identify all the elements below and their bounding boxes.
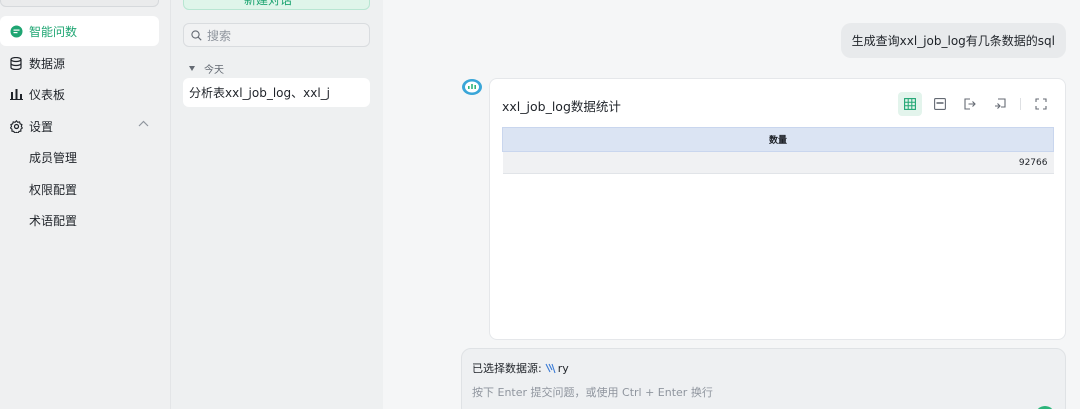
search-icon [191, 29, 202, 41]
table-view-button[interactable] [898, 92, 922, 116]
sidebar-item-label: 智能问数 [29, 24, 78, 39]
answer-toolbar [892, 92, 1053, 116]
answer-card: xxl_job_log数据统计 数量 92766 [489, 78, 1066, 340]
chat-bubble-icon [9, 24, 23, 38]
export-icon [964, 98, 976, 110]
fullscreen-button[interactable] [1029, 92, 1053, 116]
table-header-cell: 数量 [502, 127, 1054, 152]
answer-title: xxl_job_log数据统计 [502, 99, 621, 114]
history-group-today[interactable]: 今天 [189, 61, 224, 76]
sidebar: 智能问数 数据源 仪表板 设置 成员管理 权限配置 术语配置 [0, 0, 171, 409]
datasource-selector[interactable]: 已选择数据源: ry [472, 360, 569, 376]
sidebar-item-datasource[interactable]: 数据源 [0, 48, 159, 78]
insert-dashboard-icon [995, 98, 1006, 109]
table-row: 92766 [502, 151, 1054, 174]
table-view-icon [904, 98, 916, 110]
database-icon [9, 56, 23, 70]
datasource-name: ry [557, 361, 569, 375]
fullscreen-icon [1035, 98, 1047, 110]
caret-down-icon [189, 66, 195, 71]
sidebar-subitem-term-config[interactable]: 术语配置 [29, 212, 77, 229]
new-chat-button[interactable]: 新建对话 [183, 0, 370, 10]
sidebar-top-control[interactable] [0, 0, 159, 7]
history-item-title: 分析表xxl_job_log、xxl_j [189, 86, 330, 100]
table-header-row: 数量 [502, 127, 1054, 152]
sql-icon [934, 98, 946, 110]
sidebar-item-dashboard[interactable]: 仪表板 [0, 79, 159, 109]
search-input[interactable]: 搜索 [183, 23, 370, 47]
sidebar-item-smart-query[interactable]: 智能问数 [0, 16, 159, 46]
sidebar-item-label: 仪表板 [29, 87, 66, 102]
chat-main: 生成查询xxl_job_log有几条数据的sql xxl_job_log数据统计 [383, 0, 1080, 409]
new-chat-label: 新建对话 [244, 0, 293, 7]
sidebar-item-label: 数据源 [29, 56, 66, 71]
assistant-avatar-icon [462, 79, 482, 95]
sidebar-item-settings[interactable]: 设置 [0, 111, 159, 141]
sidebar-subitem-permission-config[interactable]: 权限配置 [29, 181, 77, 198]
toolbar-divider [1020, 98, 1021, 110]
user-message-text: 生成查询xxl_job_log有几条数据的sql [851, 34, 1055, 48]
table-cell: 92766 [502, 151, 1054, 174]
chevron-up-icon[interactable] [138, 120, 149, 127]
gear-icon [9, 119, 23, 133]
bar-chart-icon [9, 87, 23, 101]
history-item[interactable]: 分析表xxl_job_log、xxl_j [183, 78, 370, 107]
sidebar-item-label: 设置 [29, 119, 54, 134]
question-input[interactable]: 已选择数据源: ry 按下 Enter 提交问题，或使用 Ctrl + Ente… [461, 348, 1066, 409]
sql-view-button[interactable] [928, 92, 952, 116]
export-button[interactable] [958, 92, 982, 116]
history-panel: 新建对话 搜索 今天 分析表xxl_job_log、xxl_j [171, 0, 383, 409]
result-table: 数量 92766 [502, 127, 1054, 174]
datasource-icon [545, 363, 556, 373]
insert-dashboard-button[interactable] [988, 92, 1012, 116]
datasource-prefix: 已选择数据源: [472, 362, 542, 375]
sidebar-subitem-member-management[interactable]: 成员管理 [29, 149, 77, 166]
search-placeholder: 搜索 [207, 28, 232, 43]
input-hint: 按下 Enter 提交问题，或使用 Ctrl + Enter 换行 [472, 386, 713, 399]
user-message-bubble: 生成查询xxl_job_log有几条数据的sql [840, 23, 1066, 58]
history-group-label: 今天 [204, 65, 224, 76]
